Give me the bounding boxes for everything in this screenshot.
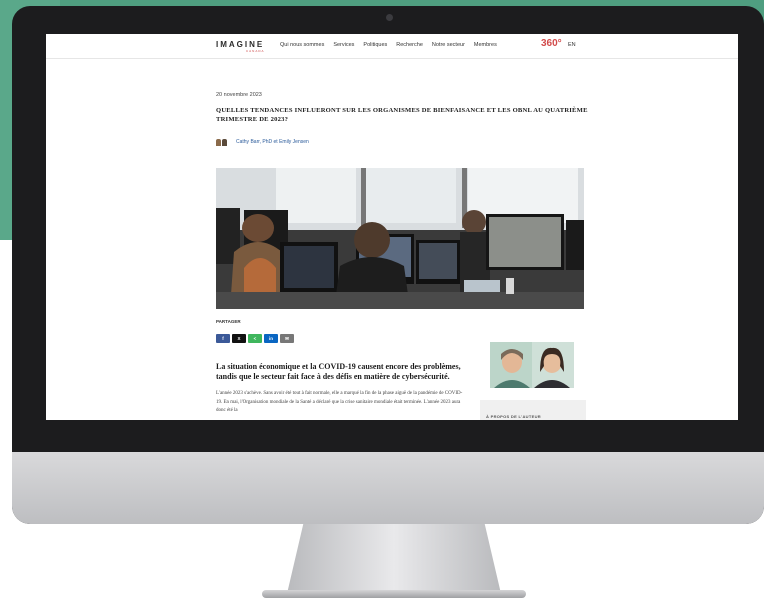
monitor-stand-base bbox=[262, 590, 526, 598]
author-portrait bbox=[490, 342, 574, 388]
browser-screen: IMAGINE CANADA Qui nous sommes Services … bbox=[46, 34, 738, 420]
email-icon: ✉ bbox=[285, 335, 289, 341]
facebook-icon: f bbox=[222, 336, 224, 341]
nav-link-politiques[interactable]: Politiques bbox=[363, 42, 387, 48]
nav-link-recherche[interactable]: Recherche bbox=[396, 42, 423, 48]
nav-links: Qui nous sommes Services Politiques Rech… bbox=[280, 42, 497, 48]
about-author-box: À PROPOS DE L'AUTEUR bbox=[480, 400, 586, 420]
share-x-button[interactable]: X bbox=[232, 334, 246, 343]
language-toggle[interactable]: EN bbox=[568, 42, 576, 48]
share-email-button[interactable]: ✉ bbox=[280, 334, 294, 343]
nav-link-membres[interactable]: Membres bbox=[474, 42, 497, 48]
nav-link-qui-nous-sommes[interactable]: Qui nous sommes bbox=[280, 42, 324, 48]
author-avatars-icon bbox=[216, 138, 228, 146]
article-authors: Cathy Barr, PhD et Emily Jensen bbox=[216, 138, 309, 146]
camera-dot bbox=[386, 14, 393, 21]
office-photo bbox=[216, 168, 584, 309]
share-buttons: f X < in ✉ bbox=[216, 334, 294, 343]
monitor-chin bbox=[12, 452, 764, 524]
author-names-link[interactable]: Cathy Barr, PhD et Emily Jensen bbox=[236, 139, 309, 145]
article-lead: La situation économique et la COVID-19 c… bbox=[216, 362, 461, 381]
share-generic-button[interactable]: < bbox=[248, 334, 262, 343]
share-facebook-button[interactable]: f bbox=[216, 334, 230, 343]
nav-link-notre-secteur[interactable]: Notre secteur bbox=[432, 42, 465, 48]
share-icon: < bbox=[253, 336, 257, 341]
article-body: L'année 2023 s'achève. Sans avoir été to… bbox=[216, 391, 463, 414]
nav-link-services[interactable]: Services bbox=[333, 42, 354, 48]
article-date: 20 novembre 2023 bbox=[216, 92, 262, 98]
article-title: QUELLES TENDANCES INFLUERONT SUR LES ORG… bbox=[216, 107, 588, 123]
nav-360-badge[interactable]: 360° bbox=[541, 38, 562, 49]
hero-image bbox=[216, 168, 584, 309]
author-portrait-photo bbox=[490, 342, 574, 388]
site-logo[interactable]: IMAGINE bbox=[216, 40, 264, 49]
monitor-stand bbox=[286, 524, 502, 598]
x-icon: X bbox=[237, 336, 241, 341]
top-nav: IMAGINE CANADA Qui nous sommes Services … bbox=[46, 34, 738, 59]
linkedin-icon: in bbox=[269, 336, 273, 341]
share-linkedin-button[interactable]: in bbox=[264, 334, 278, 343]
share-label: PARTAGER bbox=[216, 319, 241, 324]
site-logo-subtitle: CANADA bbox=[246, 49, 265, 53]
about-author-label: À PROPOS DE L'AUTEUR bbox=[486, 414, 541, 419]
